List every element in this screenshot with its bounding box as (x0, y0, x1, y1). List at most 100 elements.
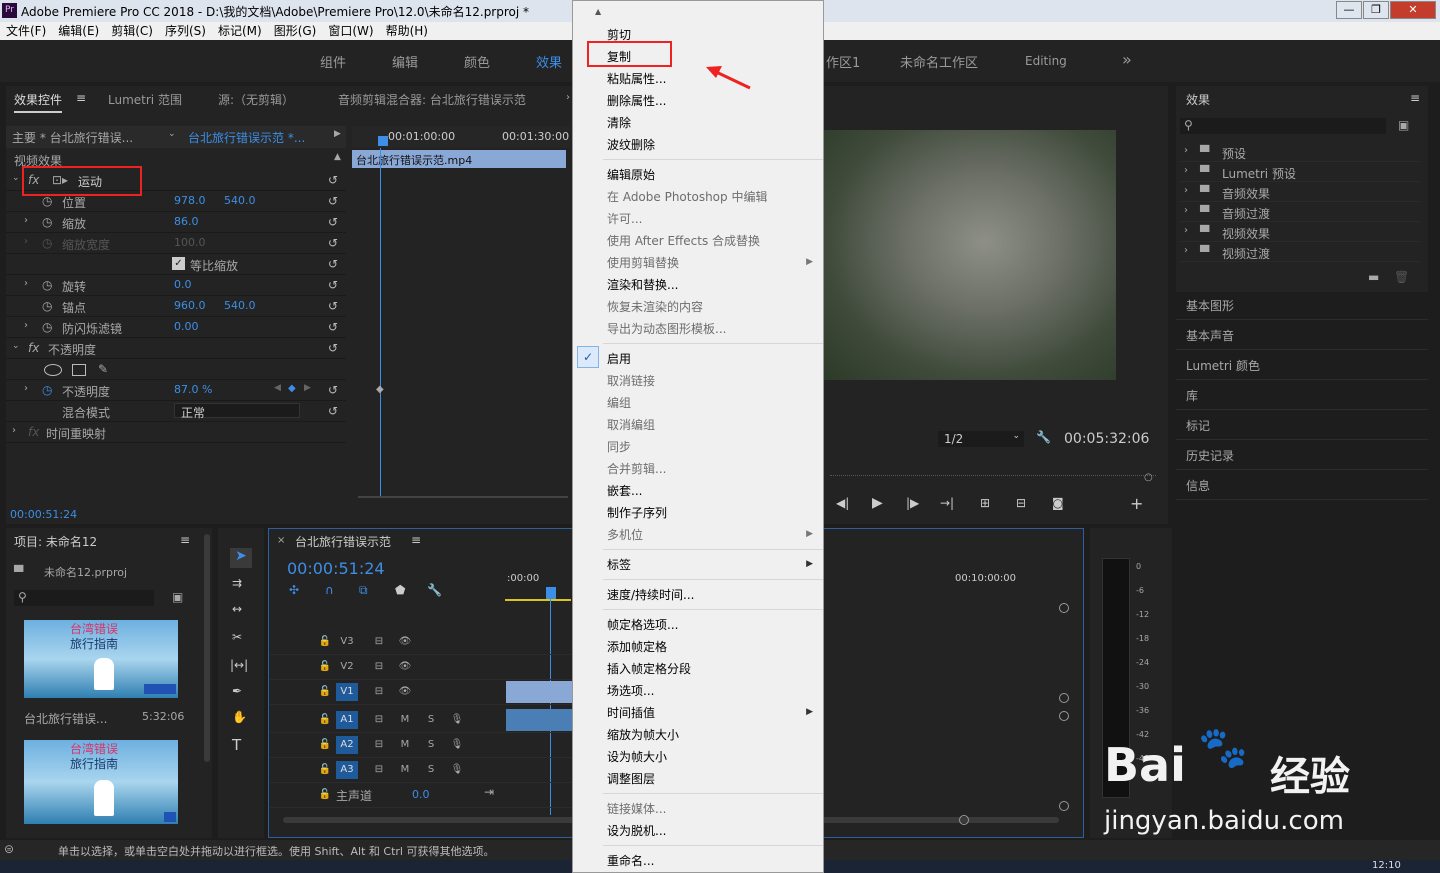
panel-lumetri-color[interactable]: Lumetri 颜色 (1176, 350, 1428, 380)
eye-icon[interactable]: 👁 (394, 633, 416, 651)
new-folder-icon[interactable]: ▬ (1368, 270, 1379, 284)
menu-item-make-offline[interactable]: 设为脱机... (607, 822, 666, 839)
scale-value[interactable]: 86.0 (174, 215, 199, 228)
more-workspaces-icon[interactable]: » (1122, 50, 1132, 69)
menu-help[interactable]: 帮助(H) (380, 22, 434, 40)
a1-clip[interactable] (506, 709, 572, 731)
track-label[interactable]: V1 (336, 683, 358, 701)
menu-item-ripple-delete[interactable]: 波纹删除 (607, 136, 655, 153)
ellipse-mask-icon[interactable] (44, 364, 62, 376)
lock-icon[interactable]: 🔓 (314, 761, 336, 779)
tabs-overflow-icon[interactable]: › (566, 92, 570, 103)
flicker-value[interactable]: 0.00 (174, 320, 199, 333)
slip-tool-icon[interactable]: |↔| (230, 658, 248, 672)
menu-item-label[interactable]: 标签 (607, 556, 631, 573)
pen-tool-icon[interactable]: ✒ (232, 684, 242, 698)
mic-icon[interactable]: 🎙 (446, 761, 468, 779)
menu-item-make-subsequence[interactable]: 制作子序列 (607, 504, 667, 521)
menu-item-speed-duration[interactable]: 速度/持续时间... (607, 586, 695, 603)
panel-markers[interactable]: 标记 (1176, 410, 1428, 440)
lock-icon[interactable]: 🔓 (314, 736, 336, 754)
panel-menu-icon[interactable]: ≡ (411, 533, 421, 547)
sync-lock-icon[interactable]: ⊟ (368, 761, 390, 779)
button-editor-icon[interactable]: + (1130, 494, 1143, 513)
close-tab-icon[interactable]: × (277, 535, 285, 546)
add-marker-icon[interactable]: ⬟ (395, 583, 405, 597)
track-label[interactable]: A2 (336, 736, 358, 754)
solo-button[interactable]: S (420, 736, 442, 754)
v1-clip[interactable] (506, 681, 572, 703)
export-frame-icon[interactable]: ◙ (1052, 496, 1064, 510)
time-remap-row[interactable]: › fx 时间重映射 (6, 422, 346, 443)
new-bin-icon[interactable]: ▣ (1398, 118, 1409, 132)
menu-edit[interactable]: 编辑(E) (52, 22, 105, 40)
panel-menu-icon[interactable]: ≡ (1410, 91, 1420, 105)
workspace-1[interactable]: 作区1 (826, 52, 860, 71)
tab-source[interactable]: 源:（无剪辑） (218, 91, 294, 108)
selection-tool-icon[interactable]: ➤ (230, 548, 252, 568)
wrench-icon[interactable]: 🔧 (1036, 430, 1051, 444)
play-icon[interactable]: ▶ (872, 495, 883, 511)
panel-history[interactable]: 历史记录 (1176, 440, 1428, 470)
vscroll-handle-icon[interactable] (1059, 801, 1069, 811)
close-button[interactable]: ✕ (1390, 1, 1436, 19)
ruler-end-handle-icon[interactable]: ○ (1144, 472, 1153, 483)
menu-item-field-options[interactable]: 场选项... (607, 682, 654, 699)
panel-menu-icon[interactable]: ≡ (180, 533, 190, 547)
menu-item-time-interpolation[interactable]: 时间插值 (607, 704, 655, 721)
track-select-tool-icon[interactable]: ⇉ (232, 576, 242, 590)
toggle-timeline-icon[interactable]: ▶ (334, 129, 341, 139)
solo-button[interactable]: S (420, 761, 442, 779)
tab-audio-clip-mixer[interactable]: 音频剪辑混合器: 台北旅行错误示范 (338, 91, 526, 108)
workspace-editing[interactable]: 编辑 (392, 52, 418, 71)
panel-essential-sound[interactable]: 基本声音 (1176, 320, 1428, 350)
effects-item-video-transitions[interactable]: › ▀ 视频过渡 (1180, 242, 1420, 262)
playhead-icon[interactable] (378, 136, 388, 146)
mute-button[interactable]: M (394, 761, 416, 779)
mute-button[interactable]: M (394, 736, 416, 754)
nest-icon[interactable]: ✣ (289, 583, 299, 597)
sync-lock-icon[interactable]: ⊟ (368, 683, 390, 701)
menu-item-edit-original[interactable]: 编辑原始 (607, 166, 655, 183)
menu-item-paste-attributes[interactable]: 粘贴属性... (607, 70, 666, 87)
clip-thumbnail[interactable]: 台湾错误 旅行指南 (24, 620, 178, 698)
extract-icon[interactable]: ⊟ (1016, 496, 1026, 510)
workspace-editing-en[interactable]: Editing (1025, 54, 1067, 68)
position-y[interactable]: 540.0 (224, 194, 256, 207)
step-forward-icon[interactable]: |▶ (906, 496, 919, 510)
ec-clip-bar[interactable]: 台北旅行错误示范.mp4 (352, 150, 566, 168)
menu-item-insert-frame-hold-segment[interactable]: 插入帧定格分段 (607, 660, 691, 677)
menu-item-enable[interactable]: 启用 (607, 350, 631, 367)
position-x[interactable]: 978.0 (174, 194, 206, 207)
vscroll-handle-icon[interactable] (1059, 603, 1069, 613)
menu-window[interactable]: 窗口(W) (322, 22, 379, 40)
tab-lumetri-scopes[interactable]: Lumetri 范围 (108, 91, 182, 108)
snap-icon[interactable]: ∩ (325, 583, 334, 597)
panel-essential-graphics[interactable]: 基本图形 (1176, 290, 1428, 320)
prev-keyframe-icon[interactable]: ◀ (274, 383, 281, 393)
menu-graphics[interactable]: 图形(G) (268, 22, 323, 40)
chevron-down-icon[interactable]: ⌄ (168, 129, 176, 139)
opacity-section-row[interactable]: ⌄ fx 不透明度 ↺ (6, 338, 346, 359)
solo-button[interactable]: S (420, 711, 442, 729)
uniform-scale-checkbox[interactable]: ✓ (172, 257, 185, 270)
master-clip-label[interactable]: 主要 * 台北旅行错误... (12, 129, 133, 146)
hscroll-handle-icon[interactable] (959, 815, 969, 825)
minimize-button[interactable]: — (1336, 1, 1362, 19)
sequence-clip-label[interactable]: 台北旅行错误示范 *... (188, 129, 305, 146)
menu-sequence[interactable]: 序列(S) (159, 22, 212, 40)
lock-icon[interactable]: 🔓 (314, 658, 336, 676)
zoom-select[interactable]: 1/2 ⌄ (938, 431, 1024, 447)
tab-effect-controls[interactable]: 效果控件 (14, 91, 63, 113)
anchor-y[interactable]: 540.0 (224, 299, 256, 312)
eye-icon[interactable]: 👁 (394, 658, 416, 676)
master-volume[interactable]: 0.0 (412, 788, 430, 801)
timeline-title[interactable]: 台北旅行错误示范 (295, 533, 391, 550)
track-label[interactable]: A1 (336, 711, 358, 729)
bin-search-icon[interactable]: ▣ (172, 590, 183, 604)
menu-item-set-to-frame-size[interactable]: 设为帧大小 (607, 748, 667, 765)
mic-icon[interactable]: 🎙 (446, 736, 468, 754)
lock-icon[interactable]: 🔓 (314, 786, 336, 804)
menu-clip[interactable]: 剪辑(C) (105, 22, 159, 40)
lock-icon[interactable]: 🔓 (314, 683, 336, 701)
